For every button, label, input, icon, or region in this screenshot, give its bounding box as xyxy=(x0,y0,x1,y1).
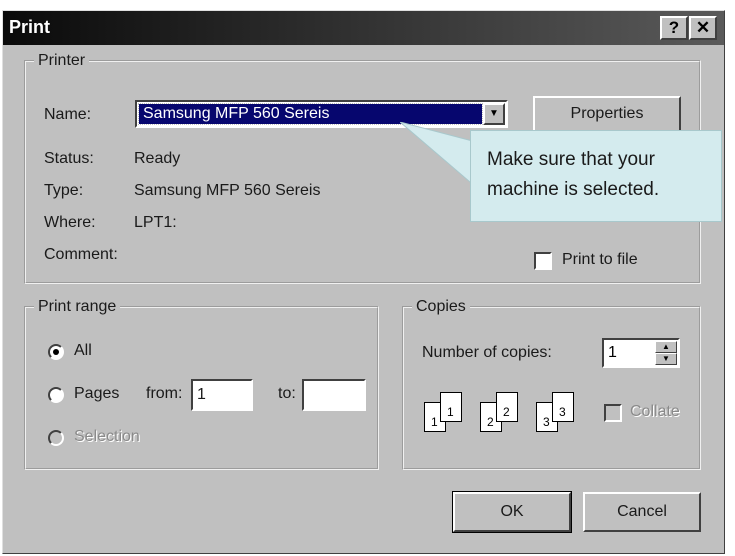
status-value: Ready xyxy=(134,150,181,167)
where-value: LPT1: xyxy=(134,214,177,231)
help-button[interactable]: ? xyxy=(660,16,688,40)
number-of-copies-label: Number of copies: xyxy=(422,344,552,361)
print-to-file-label[interactable]: Print to file xyxy=(562,251,638,269)
from-input[interactable]: 1 xyxy=(191,379,253,411)
status-label: Status: xyxy=(44,150,94,167)
type-value: Samsung MFP 560 Sereis xyxy=(134,182,321,199)
radio-all[interactable] xyxy=(48,344,64,360)
printer-group-label: Printer xyxy=(38,52,86,69)
ok-button[interactable]: OK xyxy=(453,492,571,532)
collate-page: 1 xyxy=(440,392,462,422)
copies-group-label: Copies xyxy=(416,298,466,315)
triangle-up-icon[interactable]: ▲ xyxy=(655,341,677,353)
title-bar[interactable]: Print ? ✕ xyxy=(3,11,724,45)
triangle-down-icon[interactable]: ▼ xyxy=(655,353,677,365)
from-label: from: xyxy=(146,385,183,402)
print-range-group-label: Print range xyxy=(38,298,117,315)
callout-note: Make sure that your machine is selected. xyxy=(470,130,722,222)
copies-group: Copies xyxy=(402,298,701,470)
cancel-button[interactable]: Cancel xyxy=(583,492,701,532)
close-button[interactable]: ✕ xyxy=(689,16,717,40)
callout-line-2: machine is selected. xyxy=(487,179,660,200)
chevron-down-icon[interactable]: ▼ xyxy=(483,103,505,125)
collate-checkbox[interactable] xyxy=(604,404,622,422)
type-label: Type: xyxy=(44,182,84,199)
copies-stepper[interactable]: 1 ▲ ▼ xyxy=(602,338,680,368)
print-to-file-checkbox[interactable] xyxy=(534,252,552,270)
printer-name-value: Samsung MFP 560 Sereis xyxy=(138,103,483,125)
to-input[interactable] xyxy=(302,379,366,411)
properties-button[interactable]: Properties xyxy=(533,96,681,132)
spin-buttons: ▲ ▼ xyxy=(655,341,677,365)
callout-line-1: Make sure that your xyxy=(487,149,655,170)
dialog-title: Print xyxy=(9,17,51,37)
collate-pages-icon: 1 1 2 2 3 3 xyxy=(424,388,594,434)
collate-label[interactable]: Collate xyxy=(630,403,680,421)
copies-value: 1 xyxy=(608,344,617,361)
radio-pages-label[interactable]: Pages xyxy=(74,385,119,403)
to-label: to: xyxy=(278,385,296,402)
name-label: Name: xyxy=(44,106,92,123)
radio-selection[interactable] xyxy=(48,430,64,446)
where-label: Where: xyxy=(44,214,96,231)
radio-all-label[interactable]: All xyxy=(74,342,92,360)
collate-page: 3 xyxy=(552,392,574,422)
radio-pages[interactable] xyxy=(48,387,64,403)
radio-selection-label[interactable]: Selection xyxy=(74,428,140,446)
comment-label: Comment: xyxy=(44,246,118,263)
collate-page: 2 xyxy=(496,392,518,422)
